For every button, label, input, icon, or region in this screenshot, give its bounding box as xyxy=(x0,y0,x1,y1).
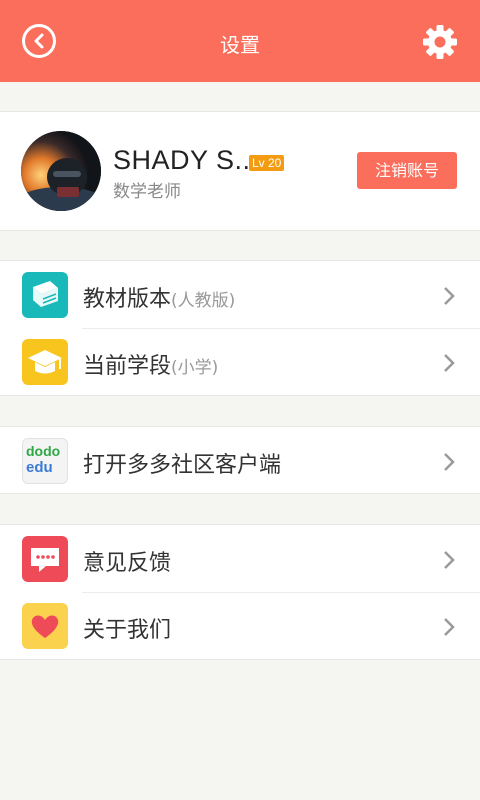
divider xyxy=(0,395,480,396)
chevron-right-icon xyxy=(444,618,455,636)
chevron-right-icon xyxy=(444,354,455,372)
menu-item-dodo-client[interactable]: dodo edu 打开多多社区客户端 xyxy=(0,427,480,494)
chevron-right-icon xyxy=(444,551,455,569)
graduation-cap-icon xyxy=(22,339,68,385)
profile-card: SHADY S... Lv 20 数学老师 注销账号 xyxy=(0,112,480,230)
menu-item-feedback[interactable]: 意见反馈 xyxy=(0,525,480,592)
logo-text: dodo xyxy=(26,443,61,459)
top-bar: 设置 xyxy=(0,0,480,82)
menu-sublabel: (小学) xyxy=(171,358,219,378)
divider xyxy=(0,493,480,494)
menu-item-textbook[interactable]: 教材版本(人教版) xyxy=(0,261,480,328)
logout-button[interactable]: 注销账号 xyxy=(357,152,457,189)
menu-label: 打开多多社区客户端 xyxy=(83,453,282,478)
menu-label: 关于我们 xyxy=(83,618,172,643)
divider xyxy=(0,230,480,231)
avatar[interactable] xyxy=(21,131,101,211)
menu-sublabel: (人教版) xyxy=(171,291,236,311)
divider xyxy=(0,659,480,660)
menu-group-dodo: dodo edu 打开多多社区客户端 xyxy=(0,427,480,494)
menu-group-feedback: 意见反馈 关于我们 xyxy=(0,525,480,659)
chat-bubble-icon xyxy=(22,536,68,582)
gear-icon xyxy=(423,25,457,59)
menu-label: 教材版本(人教版) xyxy=(83,287,236,312)
book-icon xyxy=(22,272,68,318)
username: SHADY S... xyxy=(113,145,259,175)
avatar-image xyxy=(21,131,101,211)
user-role: 数学老师 xyxy=(113,182,181,202)
menu-label: 当前学段(小学) xyxy=(83,354,219,379)
menu-label: 意见反馈 xyxy=(83,551,172,576)
chevron-right-icon xyxy=(444,287,455,305)
level-badge: Lv 20 xyxy=(249,155,285,171)
chevron-right-icon xyxy=(444,453,455,471)
heart-icon xyxy=(22,603,68,649)
menu-item-about[interactable]: 关于我们 xyxy=(0,592,480,659)
page-title: 设置 xyxy=(220,33,260,57)
menu-group-textbook: 教材版本(人教版) 当前学段(小学) xyxy=(0,261,480,395)
dodo-edu-logo: dodo edu xyxy=(22,438,68,484)
menu-item-stage[interactable]: 当前学段(小学) xyxy=(0,328,480,395)
settings-button[interactable] xyxy=(422,24,458,60)
logo-text: edu xyxy=(26,459,53,476)
